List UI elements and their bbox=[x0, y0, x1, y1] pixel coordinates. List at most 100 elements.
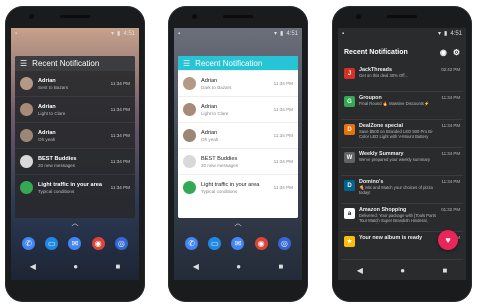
back-icon[interactable]: ◀ bbox=[193, 262, 199, 271]
app-icon: J bbox=[344, 68, 355, 79]
messages-icon[interactable]: ▭ bbox=[208, 236, 222, 250]
app-icon: W bbox=[344, 152, 355, 163]
back-icon[interactable]: ◀ bbox=[30, 262, 36, 271]
row-subtitle: Oh yeah bbox=[38, 136, 56, 142]
screen: ▪ ▾ ▮ 4:51 ☰ Recent Notification Adrian Dar… bbox=[174, 28, 302, 280]
heart-icon: ♥ bbox=[445, 235, 451, 245]
status-bar: ▪ ▾ ▮ 4:51 bbox=[174, 28, 302, 40]
home-icon[interactable]: ● bbox=[236, 262, 241, 271]
row-time: 11:34 PM bbox=[110, 159, 130, 164]
row-title: Adrian bbox=[201, 77, 218, 84]
row-subtitle: Light to Clare bbox=[201, 110, 229, 116]
speaker bbox=[223, 15, 253, 18]
nav-bar: ◀ ● ■ bbox=[174, 260, 302, 272]
item-body: 🍕 Mix and Match your choices of pizza to… bbox=[359, 185, 433, 196]
item-body: Get on this deal 30% Off... bbox=[359, 73, 409, 78]
group-icon bbox=[183, 155, 196, 168]
group-icon bbox=[20, 155, 33, 168]
recents-icon[interactable]: ■ bbox=[115, 262, 120, 271]
app-icon: G bbox=[344, 96, 355, 107]
item-body: Delivered: Your package with [Tools Part… bbox=[359, 213, 437, 224]
row-subtitle: Typical conditions bbox=[38, 188, 75, 194]
nav-bar: ◀ ● ■ bbox=[11, 260, 139, 272]
widget-header: ☰ Recent Notification bbox=[15, 56, 135, 70]
filter-icon[interactable]: ◉ bbox=[440, 48, 447, 57]
item-time: 11:34 PM bbox=[441, 179, 460, 184]
notification-row[interactable]: BEST Buddies 20 new messages 11:34 PM bbox=[15, 148, 135, 174]
app-icon: D bbox=[344, 180, 355, 191]
camera-icon[interactable]: ◎ bbox=[114, 236, 128, 250]
row-time: 11:34 PM bbox=[110, 185, 130, 190]
fab-button[interactable]: ♥ bbox=[438, 230, 458, 250]
front-camera bbox=[29, 14, 34, 19]
item-time: 02:42 PM bbox=[441, 67, 460, 72]
chrome-icon[interactable]: ◉ bbox=[254, 236, 268, 250]
battery-icon: ▮ bbox=[444, 31, 448, 37]
row-subtitle: Sent to Bazars bbox=[38, 84, 69, 90]
list-item[interactable]: W Weekly Summary We've prepared your week… bbox=[341, 148, 463, 176]
list-item[interactable]: G Groupon Final Round 🔥 Massive Discounts… bbox=[341, 92, 463, 120]
list-item[interactable]: D DealZone special Save $500 on Branded L… bbox=[341, 120, 463, 148]
screen: ▪ ▾ ▮ 4:51 ☰ Recent Notification Adrian Sen… bbox=[11, 28, 139, 280]
home-icon[interactable]: ● bbox=[400, 266, 405, 275]
notification-row[interactable]: Adrian Oh yeah 11:34 PM bbox=[15, 122, 135, 148]
battery-icon: ▮ bbox=[117, 31, 121, 37]
notification-row[interactable]: Adrian Light to Clare 11:34 PM bbox=[178, 96, 298, 122]
list-item[interactable]: a Amazon Shopping Delivered: Your package… bbox=[341, 204, 463, 232]
recents-icon[interactable]: ■ bbox=[278, 262, 283, 271]
row-time: 11:34 PM bbox=[110, 81, 130, 86]
phone-icon[interactable]: ✆ bbox=[22, 236, 36, 250]
row-subtitle: Typical conditions bbox=[201, 188, 238, 194]
avatar bbox=[20, 103, 33, 116]
front-camera bbox=[192, 14, 197, 19]
row-time: 11:34 PM bbox=[273, 81, 293, 86]
notification-widget[interactable]: ☰ Recent Notification Adrian Sent to Baza… bbox=[15, 56, 135, 218]
nav-bar: ◀ ● ■ bbox=[338, 264, 466, 276]
widget-title: Recent Notification bbox=[32, 58, 100, 68]
notification-row[interactable]: Light traffic in your area Typical condit… bbox=[178, 174, 298, 200]
messages-icon[interactable]: ▭ bbox=[45, 236, 59, 250]
status-bar: ▪ ▾ ▮ 4:51 bbox=[11, 28, 139, 40]
back-icon[interactable]: ◀ bbox=[357, 266, 363, 275]
menu-icon[interactable]: ☰ bbox=[20, 59, 27, 68]
row-title: Adrian bbox=[38, 103, 56, 110]
app-drawer-chevron-icon[interactable]: ︿ bbox=[11, 218, 139, 228]
dock: ✆ ▭ ✉ ◉ ◎ bbox=[17, 232, 133, 254]
phone-icon[interactable]: ✆ bbox=[185, 236, 199, 250]
wifi-icon: ▾ bbox=[437, 31, 441, 37]
notification-row[interactable]: Adrian Dark to Bazars 11:34 PM bbox=[178, 70, 298, 96]
mail-icon[interactable]: ✉ bbox=[231, 236, 245, 250]
row-subtitle: Light to Clare bbox=[38, 110, 66, 116]
app-icon: a bbox=[344, 208, 355, 219]
settings-icon[interactable]: ⚙ bbox=[453, 48, 460, 57]
notification-row[interactable]: Adrian Light to Clare 11:34 PM bbox=[15, 96, 135, 122]
row-title: Light traffic in your area bbox=[201, 181, 260, 188]
camera-icon[interactable]: ◎ bbox=[277, 236, 291, 250]
list-item[interactable]: J JackThreads Get on this deal 30% Off...… bbox=[341, 64, 463, 92]
item-body: We've prepared your weekly summary bbox=[359, 157, 431, 162]
list-item[interactable]: D Domino's 🍕 Mix and Match your choices o… bbox=[341, 176, 463, 204]
item-time: 01:32 PM bbox=[441, 207, 460, 212]
wifi-icon: ▾ bbox=[273, 31, 277, 37]
avatar bbox=[183, 129, 196, 142]
item-body: Final Round 🔥 Massive Discounts⚡ bbox=[359, 101, 430, 106]
notification-widget[interactable]: ☰ Recent Notification Adrian Dark to Baza… bbox=[178, 56, 298, 218]
item-time: 11:34 PM bbox=[441, 151, 460, 156]
chrome-icon[interactable]: ◉ bbox=[91, 236, 105, 250]
home-icon[interactable]: ● bbox=[73, 262, 78, 271]
notification-row[interactable]: BEST Buddies 20 new messages 11:34 PM bbox=[178, 148, 298, 174]
notification-row[interactable]: Adrian Sent to Bazars 11:34 PM bbox=[15, 70, 135, 96]
row-time: 11:34 PM bbox=[110, 133, 130, 138]
app-drawer-chevron-icon[interactable]: ︿ bbox=[174, 218, 302, 228]
notification-row[interactable]: Light traffic in your area Typical condit… bbox=[15, 174, 135, 200]
widget-title: Recent Notification bbox=[195, 58, 263, 68]
row-time: 11:34 PM bbox=[110, 107, 130, 112]
recents-icon[interactable]: ■ bbox=[442, 266, 447, 275]
notification-row[interactable]: Adrian Oh yeah 11:34 PM bbox=[178, 122, 298, 148]
row-title: BEST Buddies bbox=[38, 155, 77, 162]
mail-icon[interactable]: ✉ bbox=[68, 236, 82, 250]
item-title: Your new album is ready bbox=[359, 235, 423, 241]
menu-icon[interactable]: ☰ bbox=[183, 59, 190, 68]
speaker bbox=[387, 15, 417, 18]
maps-icon bbox=[183, 181, 196, 194]
